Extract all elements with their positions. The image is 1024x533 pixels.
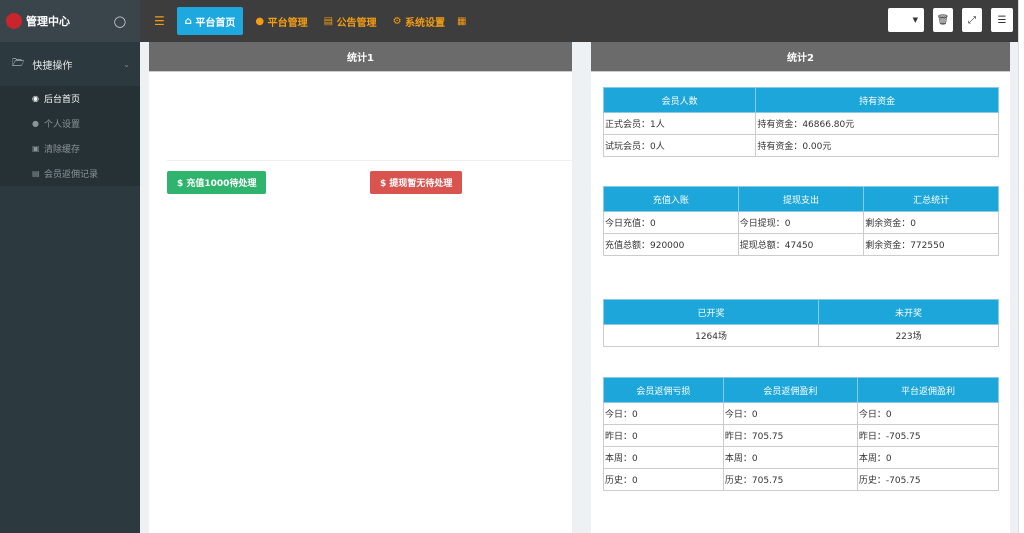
sidebar-item-label: 会员返佣记录 [44, 170, 99, 180]
logo: 管理中心 ◯ [0, 0, 140, 42]
table-cell: 剩余资金：0 [863, 211, 999, 234]
tab-label: 公告管理 [336, 17, 377, 29]
table-row: 试玩会员：0人 持有资金：0.00元 [602, 134, 999, 157]
panel-stats1: 统计1 [149, 42, 572, 533]
sidebar-item-profile[interactable]: ● 个人设置 [0, 111, 140, 136]
caret-down-icon: ▼ [912, 16, 918, 24]
tab-platform-manage[interactable]: ● 平台管理 [247, 7, 315, 35]
sidebar-item-dashboard[interactable]: ◉ 后台首页 [0, 86, 140, 111]
table-cell: 1264场 [602, 324, 820, 347]
sidebar-item-clear-cache[interactable]: ▣ 清除缓存 [0, 136, 140, 161]
tab-label: 平台管理 [267, 17, 308, 29]
grid-icon[interactable]: ▦ [457, 16, 466, 27]
user-icon: ● [32, 119, 39, 128]
members-table: 会员人数 持有资金 正式会员：1人 持有资金：46866.80元 试玩会员：0人 持有… [602, 87, 999, 157]
tab-label: 系统设置 [405, 17, 446, 29]
trash-icon: 🗑 [936, 14, 950, 26]
trash-icon: ▣ [32, 144, 40, 153]
column-header: 平台返佣盈利 [856, 377, 1000, 403]
column-header: 持有资金 [755, 87, 999, 113]
table-row: 充值总额：920000 提现总额：47450 剩余资金：772550 [603, 233, 999, 256]
sidebar-group-quick[interactable]: 🗁 快捷操作 ⌄ [0, 42, 140, 86]
list-icon: ▤ [32, 169, 40, 178]
table-cell: 持有资金：46866.80元 [755, 112, 999, 135]
tab-label: 平台首页 [195, 17, 236, 29]
table-cell: 今日：0 [722, 402, 858, 425]
column-header: 提现支出 [737, 186, 865, 212]
withdraw-pending-button[interactable]: $ 提现暂无待处理 [370, 171, 463, 194]
home-icon: ⌂ [184, 15, 196, 27]
menu-icon: ☰ [997, 14, 1007, 26]
table-cell: 今日：0 [603, 402, 724, 425]
table-cell: 剩余资金：772550 [863, 233, 999, 256]
table-row: 正式会员：1人 持有资金：46866.80元 [602, 112, 999, 135]
column-header: 已开奖 [602, 299, 820, 325]
column-header: 汇总统计 [863, 186, 999, 212]
column-header: 充值入账 [603, 186, 739, 212]
table-cell: 本周：0 [603, 446, 724, 469]
table-cell: 今日提现：0 [737, 211, 865, 234]
draw-table: 已开奖 未开奖 1264场 223场 [602, 299, 999, 347]
menu-button[interactable]: ☰ [991, 8, 1013, 32]
table-cell: 本周：0 [722, 446, 858, 469]
table-cell: 正式会员：1人 [602, 112, 757, 135]
column-header: 会员返佣亏损 [603, 377, 724, 403]
table-cell: 昨日：705.75 [722, 424, 858, 447]
dashboard-icon: ◉ [32, 94, 39, 103]
gear-icon: ⚙ [392, 15, 406, 27]
table-cell: 持有资金：0.00元 [755, 134, 999, 157]
sidebar-item-rebate-log[interactable]: ▤ 会员返佣记录 [0, 161, 140, 186]
column-header: 未开奖 [818, 299, 999, 325]
tab-system-settings[interactable]: ⚙ 系统设置 [385, 7, 453, 35]
table-cell: 今日充值：0 [603, 211, 739, 234]
table-row: 历史：0 历史：705.75 历史：-705.75 [603, 468, 1000, 491]
chevron-down-icon: ⌄ [123, 59, 130, 69]
table-cell: 223场 [818, 324, 999, 347]
tab-platform-home[interactable]: ⌂ 平台首页 [176, 7, 244, 35]
table-cell: 昨日：0 [603, 424, 724, 447]
menu-toggle-icon[interactable]: ☰ [154, 14, 165, 28]
user-icon: ● [255, 15, 268, 27]
table-cell: 历史：705.75 [722, 468, 858, 491]
rebate-table: 会员返佣亏损 会员返佣盈利 平台返佣盈利 今日：0 今日：0 今日：0 昨日：0 昨日：7… [603, 377, 1000, 491]
tab-notice-manage[interactable]: ▤ 公告管理 [316, 7, 385, 35]
column-header: 会员返佣盈利 [722, 377, 858, 403]
panel-title: 统计2 [591, 42, 1010, 72]
list-icon: ▤ [323, 15, 337, 27]
table-cell: 历史：-705.75 [856, 468, 1000, 491]
table-cell: 试玩会员：0人 [602, 134, 757, 157]
table-cell: 今日：0 [856, 402, 1000, 425]
expand-icon: ⤢ [968, 14, 976, 26]
finance-table: 充值入账 提现支出 汇总统计 今日充值：0 今日提现：0 剩余资金：0 充值总额：920… [603, 186, 999, 256]
scrollbar[interactable] [1018, 0, 1024, 533]
table-cell: 充值总额：920000 [603, 233, 739, 256]
dropdown-select[interactable]: ▼ [888, 8, 924, 32]
app-title: 管理中心 [26, 15, 70, 28]
table-row: 昨日：0 昨日：705.75 昨日：-705.75 [603, 424, 1000, 447]
sidebar-item-label: 个人设置 [44, 120, 81, 130]
theme-drop-icon[interactable]: ◯ [114, 15, 126, 28]
delete-button[interactable]: 🗑 [933, 8, 953, 32]
table-cell: 提现总额：47450 [737, 233, 865, 256]
sidebar-item-label: 清除缓存 [44, 145, 81, 155]
folder-icon: 🗁 [12, 57, 25, 69]
table-row: 本周：0 本周：0 本周：0 [603, 446, 1000, 469]
sidebar-item-label: 后台首页 [44, 95, 81, 105]
sidebar-group-label: 快捷操作 [32, 60, 73, 72]
top-bar: ☰ ⌂ 平台首页 ● 平台管理 ▤ 公告管理 ⚙ 系统设置 ▦ ▼ 🗑 ⤢ ☰ [140, 0, 1018, 42]
fullscreen-button[interactable]: ⤢ [962, 8, 982, 32]
table-row: 今日充值：0 今日提现：0 剩余资金：0 [603, 211, 999, 234]
table-row: 今日：0 今日：0 今日：0 [603, 402, 1000, 425]
table-cell: 昨日：-705.75 [856, 424, 1000, 447]
logo-icon [6, 13, 22, 29]
table-cell: 历史：0 [603, 468, 724, 491]
sidebar: 管理中心 ◯ 🗁 快捷操作 ⌄ ◉ 后台首页 ● 个人设置 ▣ 清除缓存 ▤ 会员返佣记录 [0, 0, 140, 533]
recharge-pending-button[interactable]: $ 充值1000待处理 [167, 171, 267, 194]
table-row: 1264场 223场 [602, 324, 999, 347]
column-header: 会员人数 [602, 87, 757, 113]
table-cell: 本周：0 [856, 446, 1000, 469]
panel-title: 统计1 [149, 42, 572, 72]
